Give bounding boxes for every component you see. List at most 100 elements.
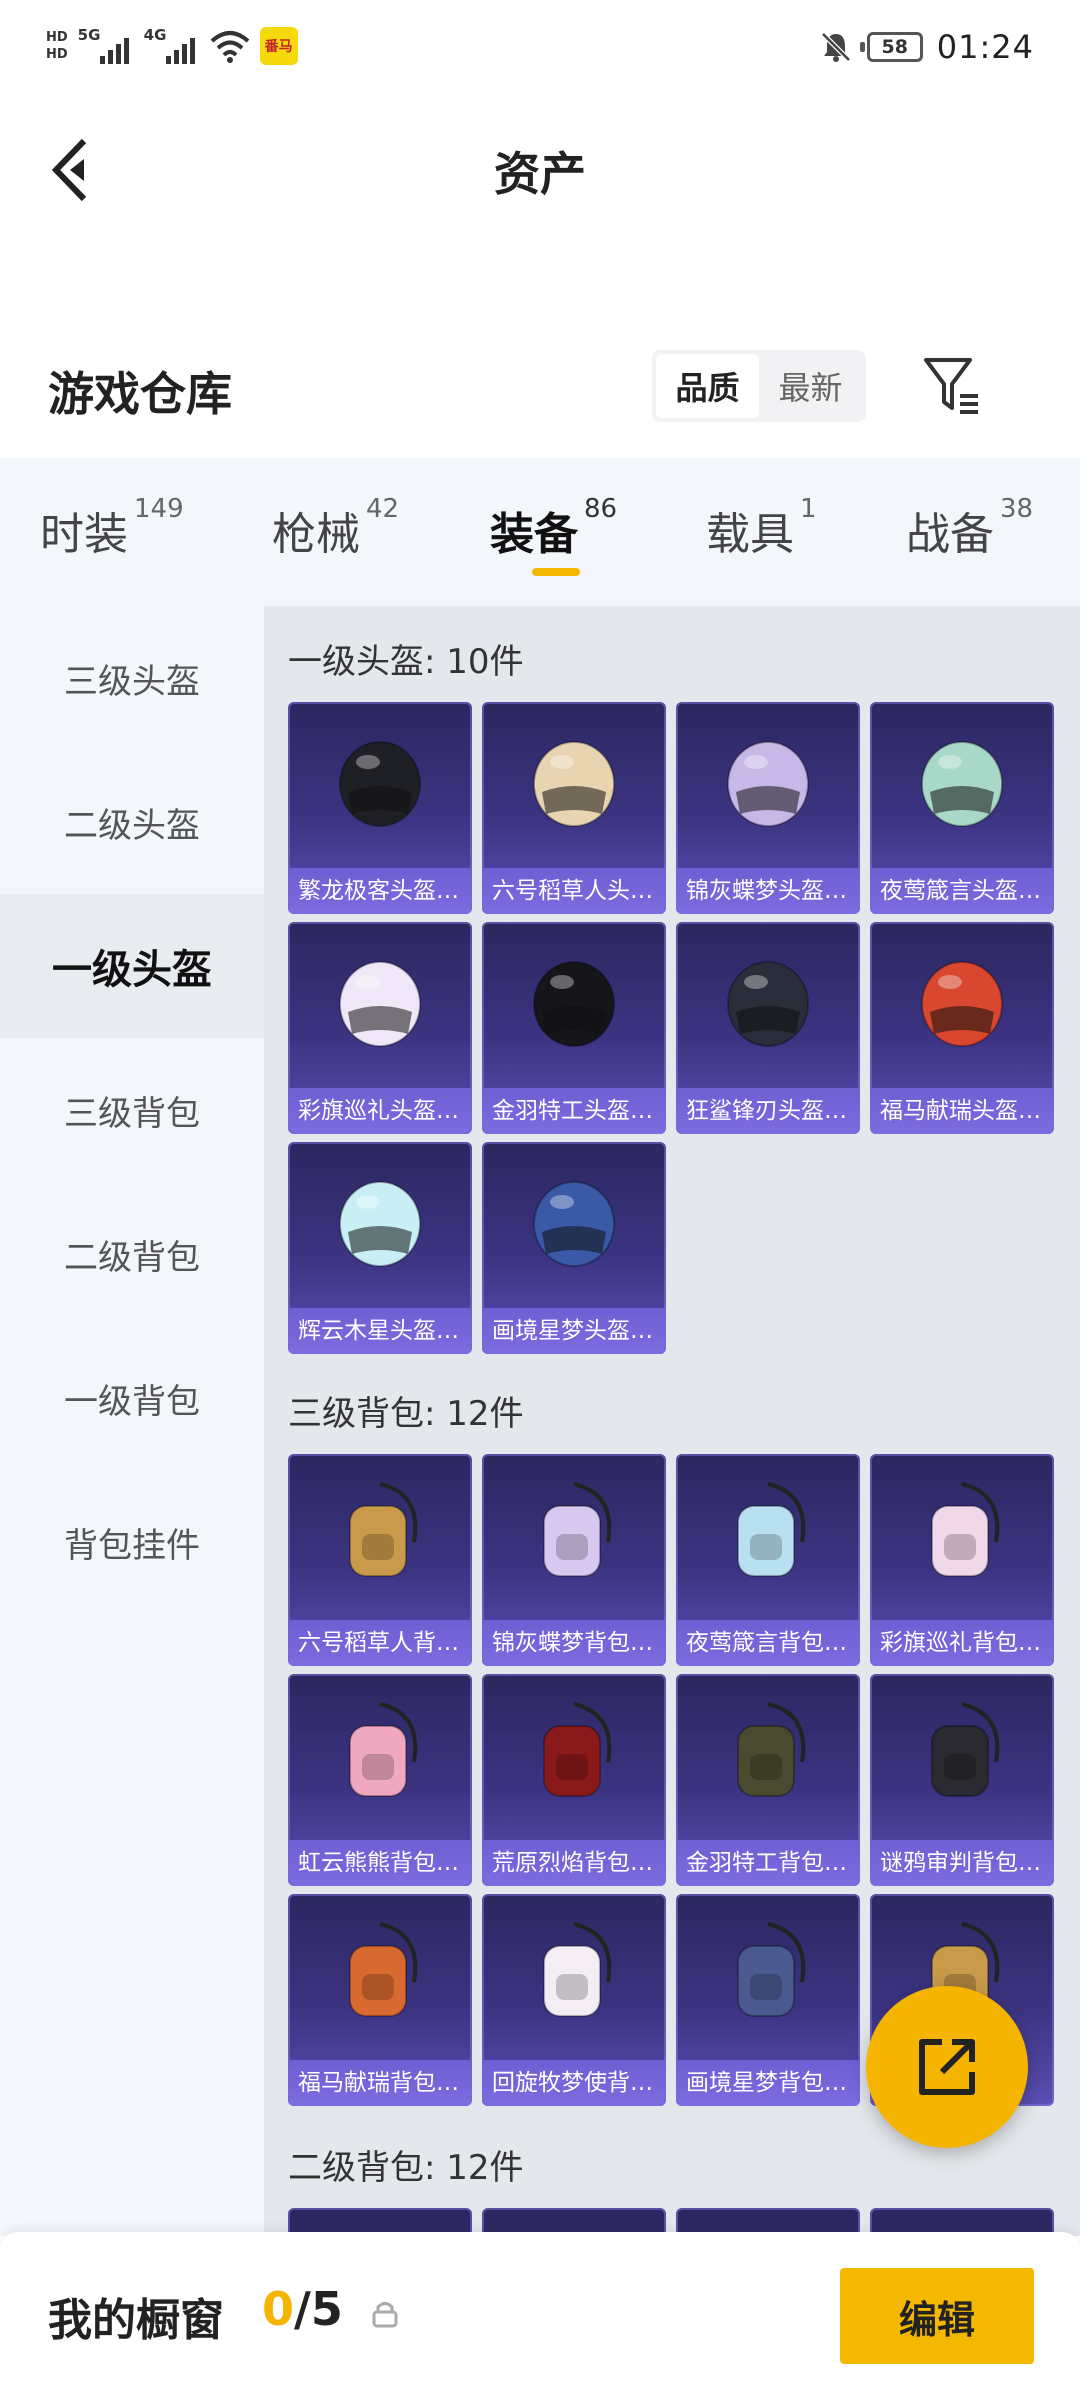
item-card[interactable]: 狂鲨锋刃头盔… [676, 922, 860, 1134]
helmet-icon [533, 961, 615, 1047]
item-name: 夜莺箴言背包… [676, 1620, 860, 1666]
helmet-icon [339, 1181, 421, 1267]
wifi-icon [210, 31, 249, 63]
backpack-icon [543, 1922, 612, 2017]
clock: 01:24 [936, 28, 1034, 66]
item-name: 谜鸦审判背包… [870, 1840, 1054, 1886]
share-button[interactable] [866, 1986, 1028, 2148]
item-card[interactable]: 金羽特工背包… [676, 1674, 860, 1886]
item-name: 画境星梦背包… [676, 2060, 860, 2106]
backpack-icon [349, 1482, 418, 1577]
sidebar-item-helmet-lv2[interactable]: 二级头盔 [0, 750, 264, 894]
item-name: 虹云熊熊背包… [288, 1840, 472, 1886]
section-title: 二级背包: 12件 [288, 2148, 524, 2188]
item-card[interactable]: 回旋牧梦使背… [482, 1894, 666, 2106]
active-tab-indicator [532, 568, 580, 576]
item-name: 荒原烈焰背包… [482, 1840, 666, 1886]
battery-indicator: 58 [866, 32, 923, 62]
sort-toggle: 品质 最新 [652, 350, 866, 422]
showcase-bar: 我的橱窗 0/5 编辑 [0, 2232, 1080, 2400]
tab-firearms[interactable]: 枪械 42 [272, 494, 399, 562]
item-card[interactable]: 福马献瑞头盔… [870, 922, 1054, 1134]
item-name: 福马献瑞背包… [288, 2060, 472, 2106]
item-name: 福马献瑞头盔… [870, 1088, 1054, 1134]
item-name: 金羽特工背包… [676, 1840, 860, 1886]
status-bar: HD HD 5G 4G 番马 58 01:24 [0, 0, 1080, 100]
signal-4g-icon: 4G [144, 26, 200, 66]
sidebar-item-backpack-lv2[interactable]: 二级背包 [0, 1182, 264, 1326]
item-card[interactable]: 辉云木星头盔… [288, 1142, 472, 1354]
item-name: 彩旗巡礼背包… [870, 1620, 1054, 1666]
helmet-icon [533, 741, 615, 827]
tab-fashion[interactable]: 时装 149 [40, 494, 184, 562]
section-title: 一级头盔: 10件 [288, 642, 524, 682]
item-name: 狂鲨锋刃头盔… [676, 1088, 860, 1134]
backpack-icon [737, 1922, 806, 2017]
item-card[interactable]: 画境星梦头盔… [482, 1142, 666, 1354]
app-header: 资产 [0, 100, 1080, 240]
showcase-title: 我的橱窗 [48, 2295, 224, 2346]
item-card[interactable]: 虹云熊熊背包… [288, 1674, 472, 1886]
helmet-icon [339, 961, 421, 1047]
external-link-icon [919, 2039, 975, 2095]
helmet-icon [727, 961, 809, 1047]
backpack-icon [737, 1702, 806, 1797]
helmet-icon [533, 1181, 615, 1267]
item-card[interactable]: 画境星梦背包… [676, 1894, 860, 2106]
backpack-icon [931, 1482, 1000, 1577]
helmet-icon [339, 741, 421, 827]
item-name: 锦灰蝶梦背包… [482, 1620, 666, 1666]
backpack-icon [737, 1482, 806, 1577]
backpack-icon [931, 1702, 1000, 1797]
item-name: 回旋牧梦使背… [482, 2060, 666, 2106]
item-card[interactable]: 六号稻草人头… [482, 702, 666, 914]
item-name: 锦灰蝶梦头盔… [676, 868, 860, 914]
filter-button[interactable] [918, 350, 988, 422]
showcase-count: 0/5 [262, 2282, 343, 2336]
item-card[interactable]: 夜莺箴言背包… [676, 1454, 860, 1666]
signal-5g-icon: 5G [78, 26, 134, 66]
tab-supplies[interactable]: 战备 38 [906, 494, 1033, 562]
item-card[interactable]: 繁龙极客头盔… [288, 702, 472, 914]
item-card[interactable]: 福马献瑞背包… [288, 1894, 472, 2106]
item-card[interactable]: 荒原烈焰背包… [482, 1674, 666, 1886]
edit-button[interactable]: 编辑 [840, 2268, 1034, 2364]
sidebar-item-helmet-lv3[interactable]: 三级头盔 [0, 606, 264, 750]
sidebar-item-backpack-lv1[interactable]: 一级背包 [0, 1326, 264, 1470]
backpack-icon [543, 1482, 612, 1577]
item-card[interactable]: 锦灰蝶梦背包… [482, 1454, 666, 1666]
item-name: 六号稻草人背… [288, 1620, 472, 1666]
item-name: 夜莺箴言头盔… [870, 868, 1054, 914]
app-notification-icon: 番马 [259, 27, 298, 65]
backpack-icon [349, 1702, 418, 1797]
tab-equipment[interactable]: 装备 86 [490, 494, 617, 562]
item-card[interactable]: 彩旗巡礼头盔… [288, 922, 472, 1134]
page-title: 资产 [494, 147, 586, 201]
item-name: 六号稻草人头… [482, 868, 666, 914]
helmet-icon [921, 741, 1003, 827]
item-card[interactable]: 锦灰蝶梦头盔… [676, 702, 860, 914]
filter-icon [924, 358, 978, 414]
item-name: 画境星梦头盔… [482, 1308, 666, 1354]
item-name: 金羽特工头盔… [482, 1088, 666, 1134]
sidebar-item-helmet-lv1[interactable]: 一级头盔 [0, 894, 264, 1038]
sort-newest-button[interactable]: 最新 [759, 354, 862, 418]
hd-indicator: HD HD [46, 30, 68, 62]
sidebar-item-backpack-lv3[interactable]: 三级背包 [0, 1038, 264, 1182]
sidebar-item-backpack-charm[interactable]: 背包挂件 [0, 1470, 264, 1614]
item-card[interactable]: 金羽特工头盔… [482, 922, 666, 1134]
item-card[interactable]: 谜鸦审判背包… [870, 1674, 1054, 1886]
item-card[interactable]: 彩旗巡礼背包… [870, 1454, 1054, 1666]
mute-bell-icon [821, 32, 851, 62]
item-card[interactable]: 六号稻草人背… [288, 1454, 472, 1666]
sort-quality-button[interactable]: 品质 [656, 354, 759, 418]
item-card[interactable]: 夜莺箴言头盔… [870, 702, 1054, 914]
subcategory-sidebar: 三级头盔 二级头盔 一级头盔 三级背包 二级背包 一级背包 背包挂件 [0, 606, 264, 2236]
tab-vehicles[interactable]: 载具 1 [706, 494, 817, 562]
category-tabs: 时装 149 枪械 42 装备 86 载具 1 战备 38 [0, 458, 1080, 606]
helmet-icon [921, 961, 1003, 1047]
item-grid: 繁龙极客头盔… 六号稻草人头… 锦灰蝶梦头盔… 夜莺箴言头盔… 彩旗巡礼头盔… 金羽特工头… [288, 702, 1054, 1354]
helmet-icon [727, 741, 809, 827]
backpack-icon [349, 1922, 418, 2017]
backpack-icon [543, 1702, 612, 1797]
